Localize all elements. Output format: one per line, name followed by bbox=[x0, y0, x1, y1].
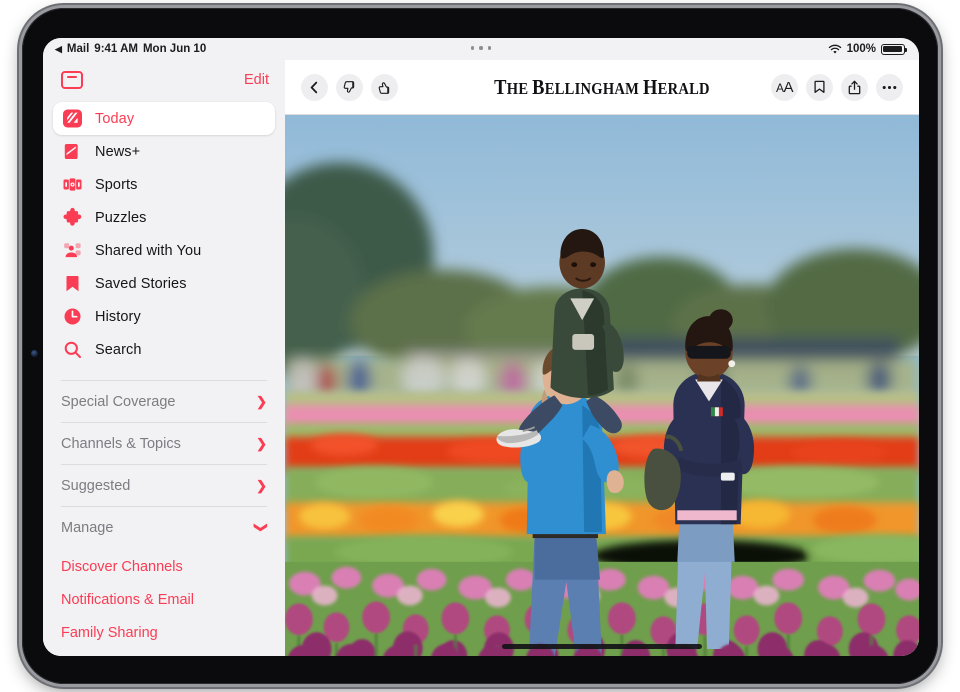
chevron-right-icon: ❯ bbox=[256, 437, 267, 450]
section-label: Special Coverage bbox=[61, 394, 175, 410]
edit-button[interactable]: Edit bbox=[244, 72, 269, 88]
sidebar-section-special-coverage[interactable]: Special Coverage ❯ bbox=[61, 380, 267, 422]
back-button[interactable] bbox=[301, 74, 328, 101]
sidebar-item-shared-with-you[interactable]: Shared with You bbox=[53, 234, 275, 267]
sidebar-item-label: Saved Stories bbox=[95, 276, 187, 292]
status-bar-time: 9:41 AM bbox=[94, 43, 138, 55]
tulip-field-photo bbox=[285, 115, 919, 656]
save-story-button[interactable] bbox=[806, 74, 833, 101]
sidebar-item-saved-stories[interactable]: Saved Stories bbox=[53, 267, 275, 300]
sidebar-item-label: News+ bbox=[95, 144, 140, 160]
sidebar-section-suggested[interactable]: Suggested ❯ bbox=[61, 464, 267, 506]
section-label: Channels & Topics bbox=[61, 436, 181, 452]
section-label: Suggested bbox=[61, 478, 130, 494]
sidebar-item-label: History bbox=[95, 309, 141, 325]
split-view: Edit Today News+ bbox=[43, 60, 919, 656]
chevron-right-icon: ❯ bbox=[256, 479, 267, 492]
apple-news-logo-icon bbox=[61, 108, 83, 130]
text-size-aa-icon: AA bbox=[776, 79, 793, 96]
section-label: Manage bbox=[61, 520, 113, 536]
back-to-app-label[interactable]: Mail bbox=[67, 43, 89, 55]
sidebar-item-label: Shared with You bbox=[95, 243, 201, 259]
sidebar-item-sports[interactable]: Sports bbox=[53, 168, 275, 201]
sidebar-section-channels-topics[interactable]: Channels & Topics ❯ bbox=[61, 422, 267, 464]
notifications-email-link[interactable]: Notifications & Email bbox=[61, 583, 267, 616]
home-indicator[interactable] bbox=[502, 644, 702, 649]
puzzle-piece-icon bbox=[61, 207, 83, 229]
article-toolbar-right: AA bbox=[771, 74, 903, 101]
sidebar-nav: Today News+ Sports bbox=[43, 100, 285, 366]
sidebar-item-today[interactable]: Today bbox=[53, 102, 275, 135]
battery-percent-label: 100% bbox=[847, 43, 876, 55]
sidebar-item-search[interactable]: Search bbox=[53, 333, 275, 366]
status-bar-date: Mon Jun 10 bbox=[143, 43, 206, 55]
news-plus-icon bbox=[61, 141, 83, 163]
shared-with-you-icon bbox=[61, 240, 83, 262]
sidebar: Edit Today News+ bbox=[43, 60, 285, 656]
sidebar-item-label: Search bbox=[95, 342, 142, 358]
status-bar: ◀ Mail 9:41 AM Mon Jun 10 100% bbox=[43, 38, 919, 60]
sidebar-item-label: Sports bbox=[95, 177, 138, 193]
sidebar-item-label: Puzzles bbox=[95, 210, 146, 226]
search-icon bbox=[61, 339, 83, 361]
article-pane: THE BELLINGHAM HERALD AA bbox=[285, 60, 919, 656]
article-toolbar: THE BELLINGHAM HERALD AA bbox=[285, 60, 919, 115]
sidebar-item-puzzles[interactable]: Shared with You Puzzles bbox=[53, 201, 275, 234]
scoreboard-icon bbox=[61, 174, 83, 196]
family-sharing-link[interactable]: Family Sharing bbox=[61, 616, 267, 649]
ipad-screen: ◀ Mail 9:41 AM Mon Jun 10 100% bbox=[43, 38, 919, 656]
status-bar-right: 100% bbox=[828, 43, 905, 55]
back-to-app-arrow-icon[interactable]: ◀ bbox=[55, 45, 62, 54]
front-camera-icon bbox=[31, 350, 38, 357]
discover-channels-link[interactable]: Discover Channels bbox=[61, 550, 267, 583]
share-button[interactable] bbox=[841, 74, 868, 101]
chevron-down-icon: ❯ bbox=[255, 522, 268, 533]
text-size-button[interactable]: AA bbox=[771, 74, 798, 101]
clock-icon bbox=[61, 306, 83, 328]
more-options-button[interactable] bbox=[876, 74, 903, 101]
sidebar-sections: Special Coverage ❯ Channels & Topics ❯ S… bbox=[43, 372, 285, 548]
battery-full-icon bbox=[881, 44, 905, 55]
sidebar-item-news-plus[interactable]: News+ bbox=[53, 135, 275, 168]
article-hero-image bbox=[285, 115, 919, 656]
sidebar-item-history[interactable]: History bbox=[53, 300, 275, 333]
wifi-icon bbox=[828, 44, 842, 55]
sidebar-section-manage[interactable]: Manage ❯ bbox=[61, 506, 267, 548]
status-bar-left: ◀ Mail 9:41 AM Mon Jun 10 bbox=[55, 43, 206, 55]
manage-links: Discover Channels Notifications & Email … bbox=[61, 550, 267, 649]
tray-icon[interactable] bbox=[61, 71, 83, 89]
sidebar-header: Edit bbox=[43, 60, 285, 100]
thumbs-down-button[interactable] bbox=[336, 74, 363, 101]
thumbs-up-button[interactable] bbox=[371, 74, 398, 101]
sidebar-item-label: Today bbox=[95, 111, 134, 127]
chevron-right-icon: ❯ bbox=[256, 395, 267, 408]
bookmark-icon bbox=[61, 273, 83, 295]
ipad-device-frame: ◀ Mail 9:41 AM Mon Jun 10 100% bbox=[22, 8, 938, 684]
